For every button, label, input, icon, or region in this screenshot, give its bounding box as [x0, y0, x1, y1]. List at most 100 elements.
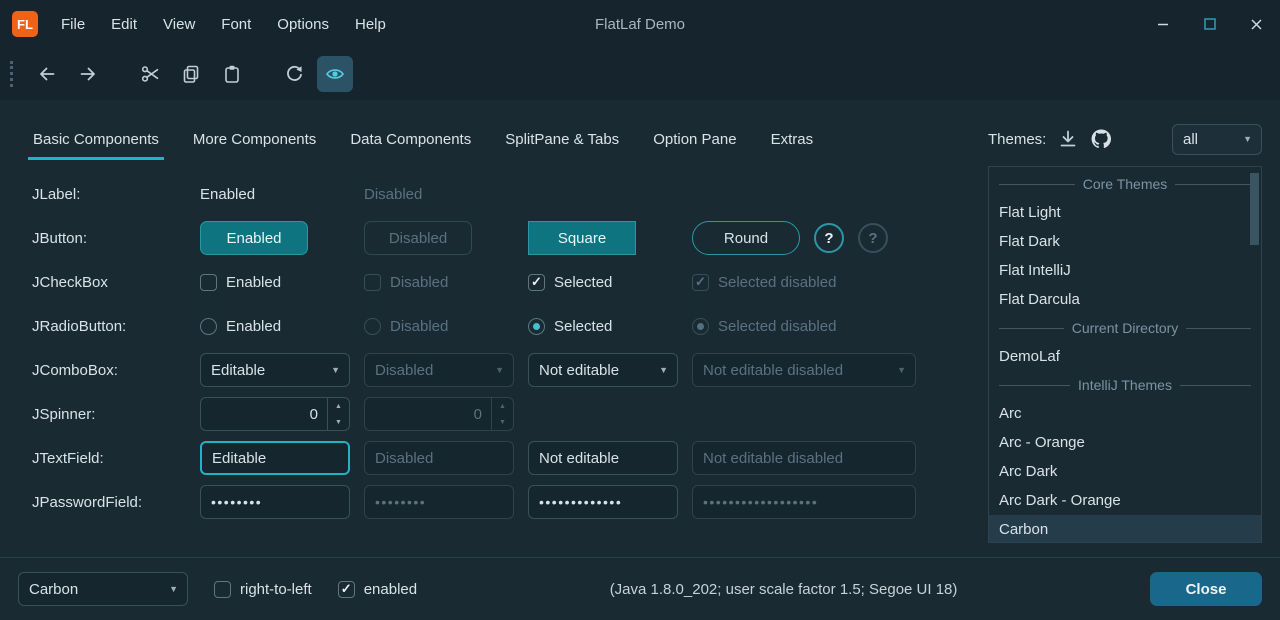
textfield-not-editable-disabled: Not editable disabled	[692, 441, 916, 475]
themes-header: Themes: all ▼	[988, 118, 1262, 160]
jcheckbox-row: JCheckBox Enabled Disabled Selected Sele…	[32, 260, 988, 304]
enabled-checkbox[interactable]: enabled	[338, 581, 417, 598]
window-minimize-button[interactable]	[1139, 0, 1186, 48]
chevron-down-icon: ▼	[897, 365, 906, 375]
tab-data-components[interactable]: Data Components	[333, 118, 488, 160]
forward-icon	[78, 64, 98, 84]
tab-splitpane-tabs[interactable]: SplitPane & Tabs	[488, 118, 636, 160]
jradiobutton-row: JRadioButton: Enabled Disabled Selected …	[32, 304, 988, 348]
theme-item[interactable]: Arc Dark - Orange	[989, 486, 1261, 515]
checkbox-checked-icon	[528, 274, 545, 291]
jbutton-disabled: Disabled	[364, 221, 472, 255]
window-maximize-button[interactable]	[1186, 0, 1233, 48]
theme-group-separator: Core Themes	[989, 170, 1261, 198]
menu-options[interactable]: Options	[264, 10, 342, 39]
row-label-jcombobox: JComboBox:	[32, 362, 200, 379]
jbutton-enabled[interactable]: Enabled	[200, 221, 308, 255]
row-label-jtextfield: JTextField:	[32, 450, 200, 467]
theme-item[interactable]: Carbon	[989, 515, 1261, 543]
spinner-up-icon[interactable]: ▲	[328, 398, 349, 414]
theme-item[interactable]: Arc - Orange	[989, 428, 1261, 457]
radio-selected[interactable]: Selected	[528, 318, 612, 335]
themes-label: Themes:	[988, 131, 1046, 148]
theme-filter-combobox[interactable]: all ▼	[1172, 124, 1262, 155]
tab-option-pane[interactable]: Option Pane	[636, 118, 753, 160]
download-icon[interactable]	[1058, 129, 1078, 149]
copy-icon	[181, 64, 201, 84]
textfield-editable[interactable]: Editable	[200, 441, 350, 475]
cut-button[interactable]	[132, 56, 168, 92]
radio-enabled[interactable]: Enabled	[200, 318, 281, 335]
component-grid: JLabel: Enabled Disabled JButton: Enable…	[0, 160, 988, 524]
theme-item[interactable]: Flat Dark	[989, 227, 1261, 256]
checkbox-checked-icon	[692, 274, 709, 291]
spinner-down-icon[interactable]: ▼	[328, 414, 349, 430]
theme-selector-combobox[interactable]: Carbon ▼	[18, 572, 188, 606]
spinner-disabled: 0 ▲▼	[364, 397, 514, 431]
back-button[interactable]	[29, 56, 65, 92]
chevron-down-icon[interactable]: ▼	[659, 365, 668, 375]
theme-item[interactable]: Flat IntelliJ	[989, 256, 1261, 285]
row-label-jbutton: JButton:	[32, 230, 200, 247]
theme-item[interactable]: Arc	[989, 399, 1261, 428]
tab-more-components[interactable]: More Components	[176, 118, 333, 160]
menu-edit[interactable]: Edit	[98, 10, 150, 39]
chevron-down-icon[interactable]: ▼	[169, 584, 178, 594]
theme-item[interactable]: DemoLaf	[989, 342, 1261, 371]
combobox-editable[interactable]: Editable▼	[200, 353, 350, 387]
spinner-up-icon: ▲	[492, 398, 513, 414]
theme-item[interactable]: Flat Darcula	[989, 285, 1261, 314]
app-logo: FL	[12, 11, 38, 37]
row-label-jspinner: JSpinner:	[32, 406, 200, 423]
show-hidden-toggle-button[interactable]	[317, 56, 353, 92]
close-button[interactable]: Close	[1150, 572, 1262, 606]
password-field-editable[interactable]: ••••••••	[200, 485, 350, 519]
right-to-left-checkbox[interactable]: right-to-left	[214, 581, 312, 598]
theme-item[interactable]: Flat Light	[989, 198, 1261, 227]
copy-button[interactable]	[173, 56, 209, 92]
back-icon	[37, 64, 57, 84]
toolbar	[0, 48, 1280, 100]
refresh-button[interactable]	[276, 56, 312, 92]
menu-file[interactable]: File	[48, 10, 98, 39]
help-button[interactable]: ?	[814, 223, 844, 253]
row-label-jlabel: JLabel:	[32, 186, 200, 203]
textfield-not-editable[interactable]: Not editable	[528, 441, 678, 475]
checkbox-checked-icon	[338, 581, 355, 598]
password-field-not-editable[interactable]: •••••••••••••	[528, 485, 678, 519]
tab-basic-components[interactable]: Basic Components	[16, 118, 176, 160]
jpasswordfield-row: JPasswordField: •••••••• •••••••• ••••••…	[32, 480, 988, 524]
radio-selected-icon	[692, 318, 709, 335]
forward-button[interactable]	[70, 56, 106, 92]
github-icon[interactable]	[1090, 128, 1112, 150]
checkbox-enabled[interactable]: Enabled	[200, 274, 281, 291]
scrollbar-thumb[interactable]	[1250, 173, 1259, 245]
jbutton-round[interactable]: Round	[692, 221, 800, 255]
combobox-not-editable[interactable]: Not editable▼	[528, 353, 678, 387]
checkbox-disabled: Disabled	[364, 274, 448, 291]
radio-selected-disabled: Selected disabled	[692, 318, 836, 335]
theme-list: Core ThemesFlat LightFlat DarkFlat Intel…	[988, 166, 1262, 543]
combobox-disabled: Disabled▼	[364, 353, 514, 387]
chevron-down-icon[interactable]: ▼	[331, 365, 340, 375]
menu-font[interactable]: Font	[208, 10, 264, 39]
jbutton-square[interactable]: Square	[528, 221, 636, 255]
row-label-jcheckbox: JCheckBox	[32, 274, 200, 291]
status-bar: Carbon ▼ right-to-left enabled (Java 1.8…	[0, 557, 1280, 620]
password-field-disabled: ••••••••	[364, 485, 514, 519]
menu-bar: FileEditViewFontOptionsHelp	[48, 10, 399, 39]
jcombobox-row: JComboBox: Editable▼ Disabled▼ Not edita…	[32, 348, 988, 392]
spinner-enabled[interactable]: 0 ▲▼	[200, 397, 350, 431]
jbutton-row: JButton: Enabled Disabled Square Round ?…	[32, 216, 988, 260]
paste-button[interactable]	[214, 56, 250, 92]
toolbar-grip[interactable]	[10, 61, 16, 87]
tab-extras[interactable]: Extras	[754, 118, 831, 160]
title-bar: FL FileEditViewFontOptionsHelp FlatLaf D…	[0, 0, 1280, 48]
menu-help[interactable]: Help	[342, 10, 399, 39]
window-close-button[interactable]	[1233, 0, 1280, 48]
theme-item[interactable]: Arc Dark	[989, 457, 1261, 486]
checkbox-selected[interactable]: Selected	[528, 274, 612, 291]
jspinner-row: JSpinner: 0 ▲▼ 0 ▲▼	[32, 392, 988, 436]
chevron-down-icon[interactable]: ▼	[1243, 134, 1252, 144]
menu-view[interactable]: View	[150, 10, 208, 39]
